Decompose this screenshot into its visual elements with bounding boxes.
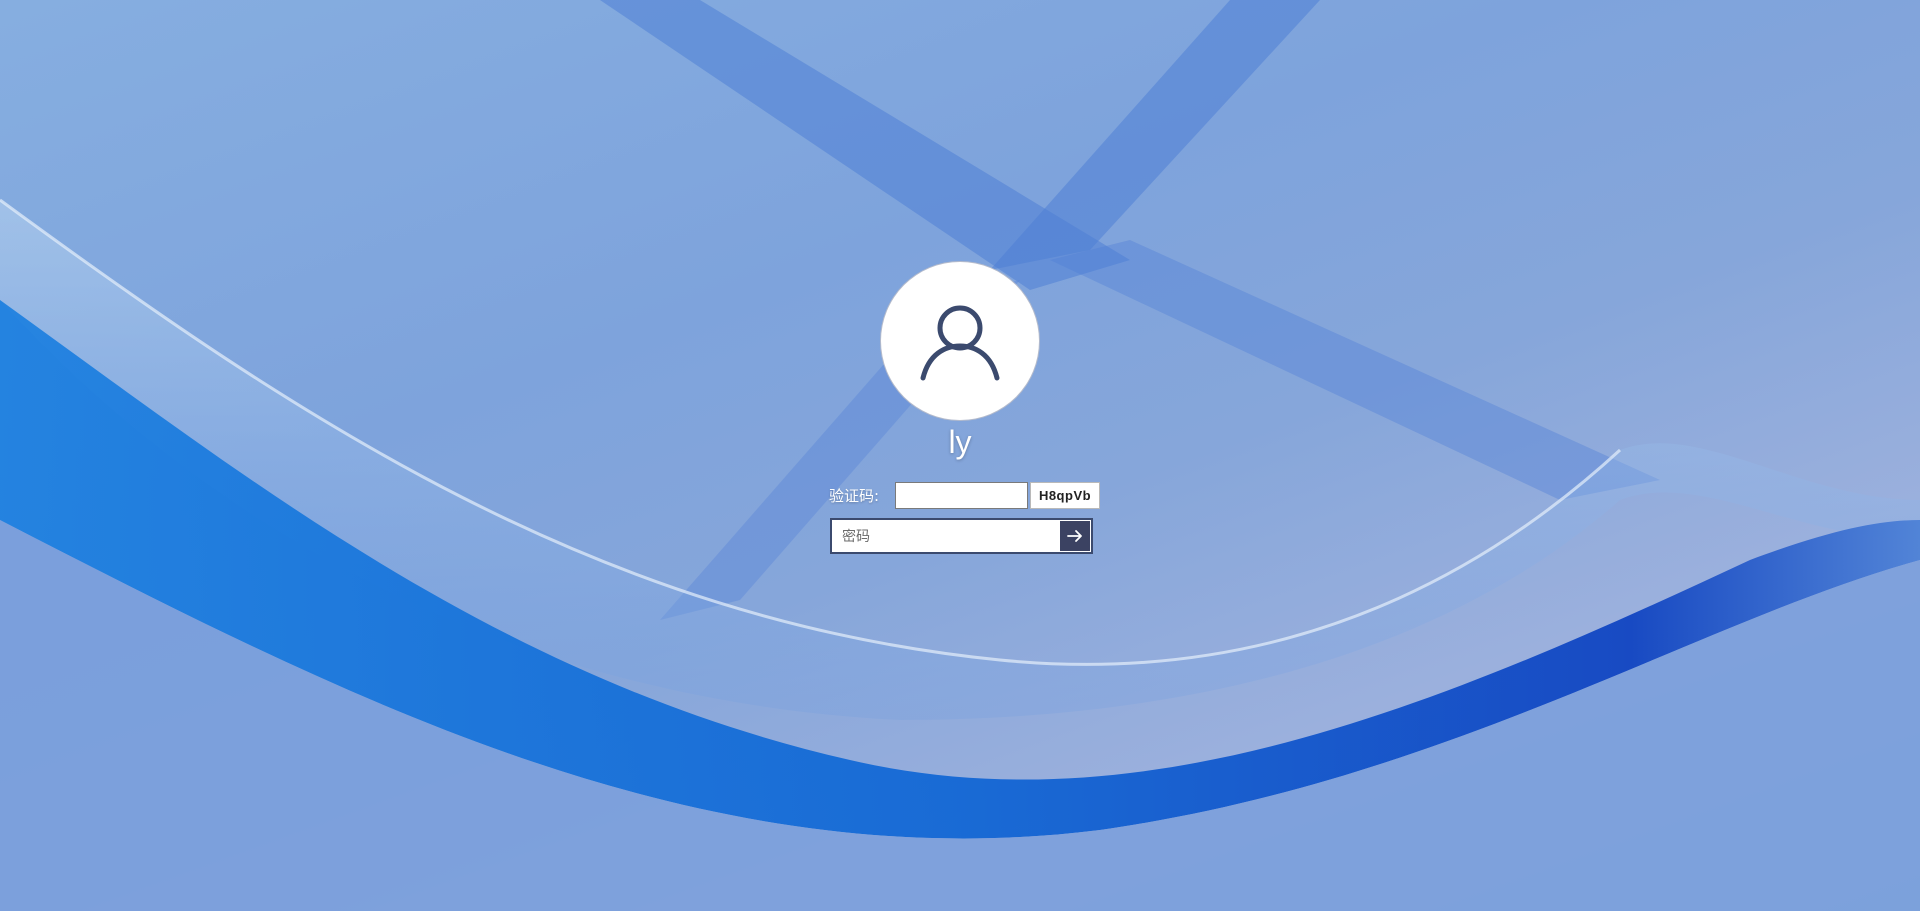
captcha-label: 验证码:: [829, 486, 880, 505]
captcha-image[interactable]: H8qpVb: [1030, 481, 1100, 509]
user-icon: [920, 305, 1000, 381]
arrow-right-icon: [1067, 530, 1082, 542]
username-label: ly: [948, 424, 972, 460]
submit-button[interactable]: [1060, 521, 1090, 551]
password-field: [830, 518, 1093, 554]
captcha-input[interactable]: [895, 481, 1028, 509]
password-input[interactable]: [832, 520, 1060, 552]
captcha-row: 验证码: H8qpVb: [829, 481, 1100, 509]
lock-screen-login: ly 验证码: H8qpVb: [0, 0, 1920, 911]
user-avatar: [880, 261, 1040, 421]
